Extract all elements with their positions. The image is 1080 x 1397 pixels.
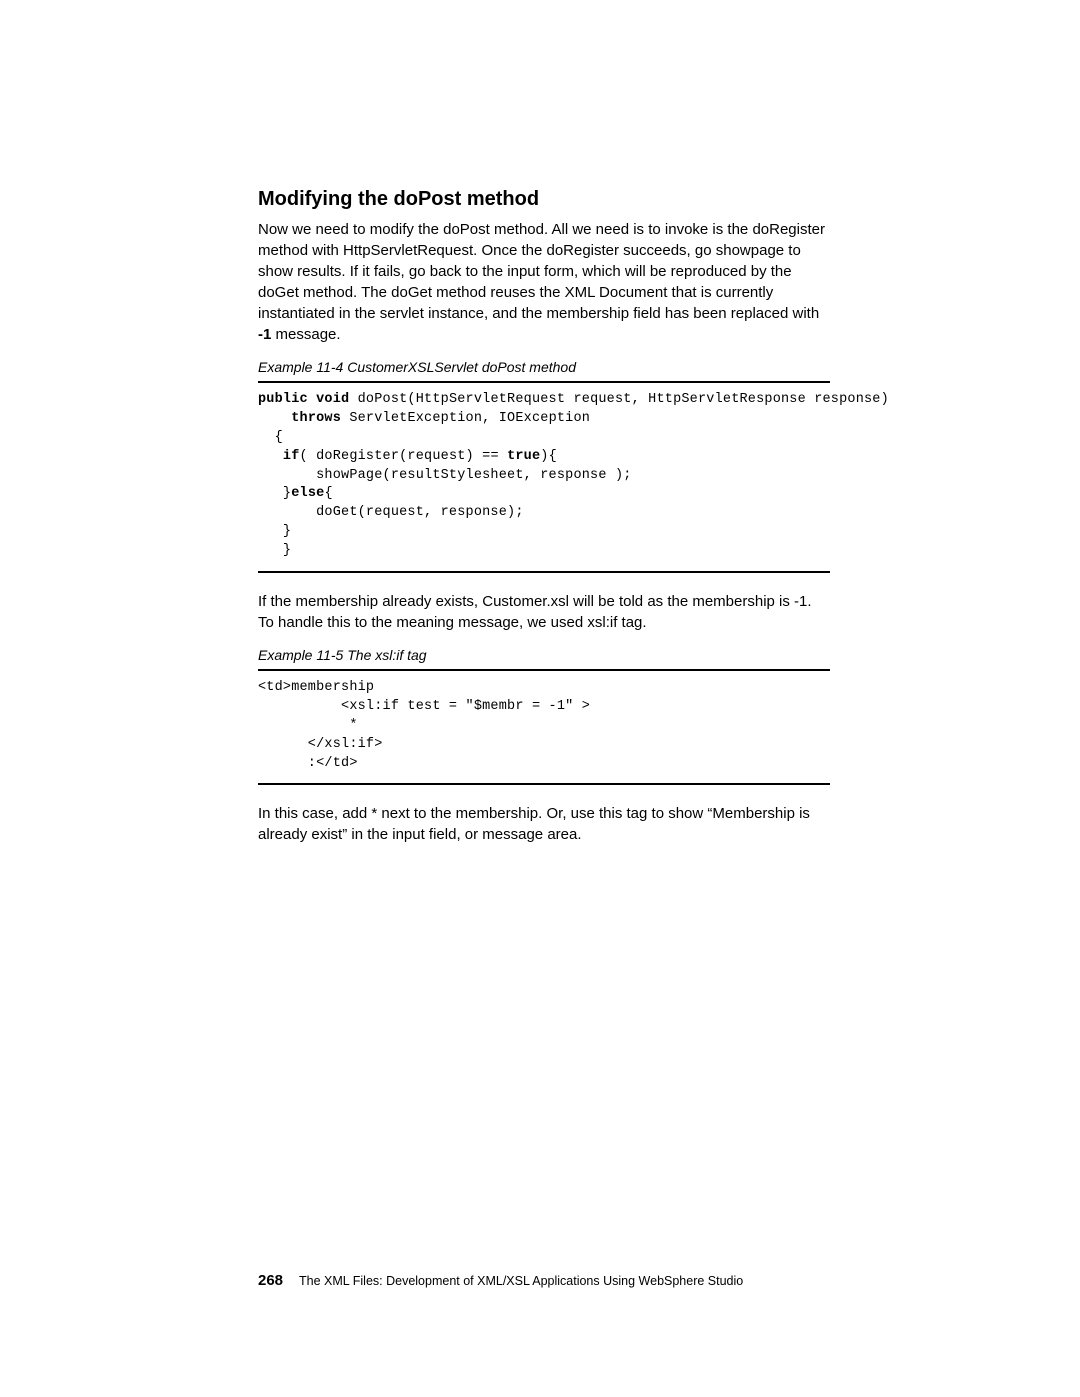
code-line: <td>membership: [258, 680, 374, 695]
code-line: *: [258, 718, 358, 733]
code-line: </xsl:if>: [258, 737, 383, 752]
code-line: }: [258, 543, 291, 558]
page-content: Modifying the doPost method Now we need …: [258, 188, 830, 855]
section-heading: Modifying the doPost method: [258, 188, 830, 211]
code-line: }: [258, 524, 291, 539]
code-text: ){: [540, 449, 557, 464]
paragraph-membership: If the membership already exists, Custom…: [258, 591, 830, 633]
code-example-11-4: public void doPost(HttpServletRequest re…: [258, 391, 830, 561]
keyword-if: if: [283, 449, 300, 464]
code-text: ServletException, IOException: [341, 411, 590, 426]
keyword-throws: throws: [291, 411, 341, 426]
code-line: {: [258, 430, 283, 445]
code-divider: [258, 381, 830, 383]
code-line: <xsl:if test = "$membr = -1" >: [258, 699, 590, 714]
keyword-else: else: [291, 486, 324, 501]
code-line: }: [258, 486, 291, 501]
code-line: {: [324, 486, 332, 501]
code-line: showPage(resultStylesheet, response );: [258, 468, 632, 483]
page-number: 268: [258, 1272, 283, 1289]
page-footer: 268 The XML Files: Development of XML/XS…: [258, 1272, 743, 1289]
code-line: :</td>: [258, 756, 358, 771]
code-text: ( doRegister(request) ==: [300, 449, 508, 464]
code-text: doPost(HttpServletRequest request, HttpS…: [349, 392, 889, 407]
code-divider: [258, 669, 830, 671]
footer-book-title: The XML Files: Development of XML/XSL Ap…: [299, 1274, 743, 1288]
paragraph1-part1: Now we need to modify the doPost method.…: [258, 221, 825, 322]
paragraph1-bold: -1: [258, 326, 271, 343]
code-example-11-5: <td>membership <xsl:if test = "$membr = …: [258, 679, 830, 773]
code-line: doGet(request, response);: [258, 505, 524, 520]
example-11-5-caption: Example 11-5 The xsl:if tag: [258, 647, 830, 663]
code-divider: [258, 783, 830, 785]
example-11-4-caption: Example 11-4 CustomerXSLServlet doPost m…: [258, 359, 830, 375]
paragraph1-part2: message.: [271, 326, 340, 343]
code-divider: [258, 571, 830, 573]
keyword-true: true: [507, 449, 540, 464]
keyword-public-void: public void: [258, 392, 349, 407]
intro-paragraph: Now we need to modify the doPost method.…: [258, 219, 830, 345]
paragraph-conclusion: In this case, add * next to the membersh…: [258, 803, 830, 845]
